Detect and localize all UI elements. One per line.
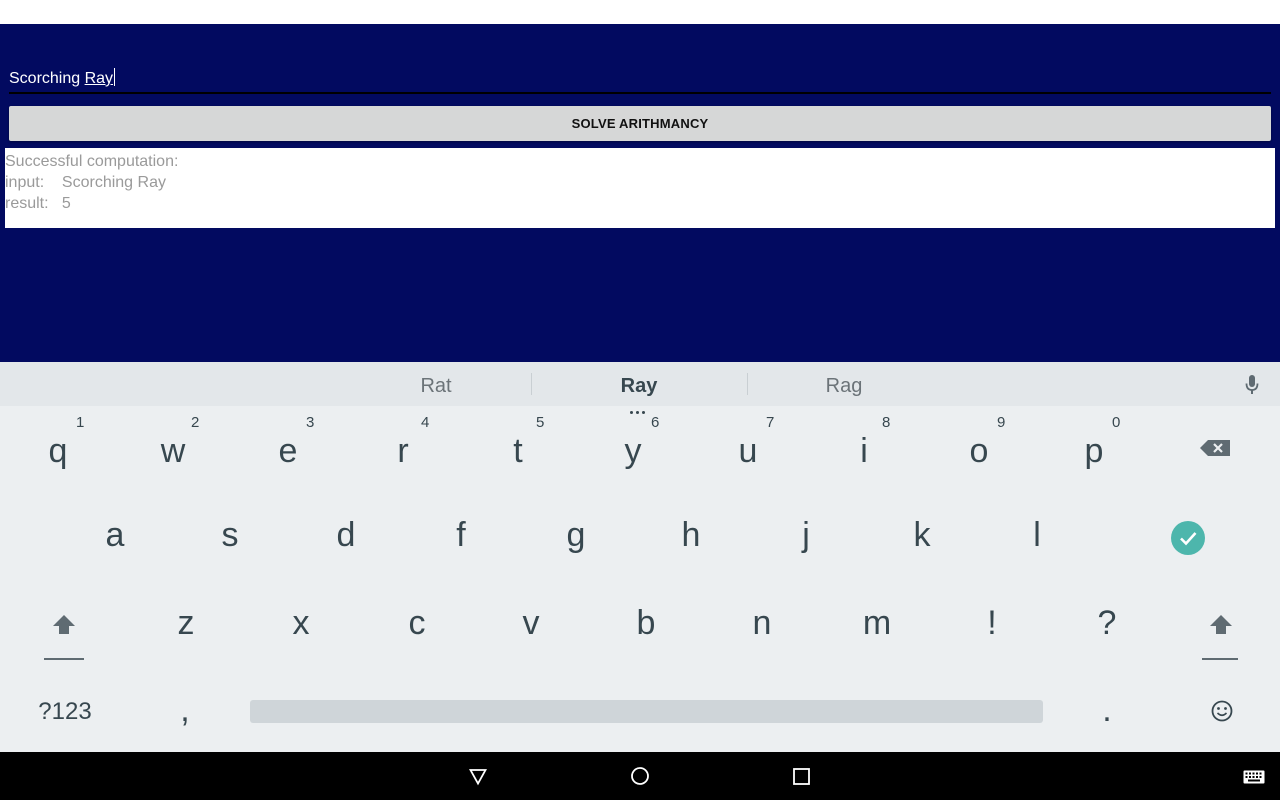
key-label: u [738, 432, 758, 470]
key-number-hint: 8 [882, 414, 891, 431]
key-label: x [292, 604, 310, 642]
more-suggestions-icon[interactable] [630, 399, 650, 414]
keyboard-switch-icon[interactable] [1243, 769, 1265, 784]
key-n[interactable]: n [722, 584, 802, 664]
key-label: z [177, 604, 195, 642]
key-label: r [397, 432, 409, 470]
home-icon[interactable] [630, 766, 650, 786]
key-g[interactable]: g [536, 496, 616, 576]
key-number-hint: 0 [1112, 414, 1121, 431]
recents-icon[interactable] [793, 768, 810, 785]
key-number-hint: 3 [306, 414, 315, 431]
key-b[interactable]: b [606, 584, 686, 664]
key-p[interactable]: p0 [1054, 406, 1134, 492]
key-question[interactable]: ? [1067, 584, 1147, 664]
key-k[interactable]: k [882, 496, 962, 576]
suggestion-right[interactable]: Rag [744, 362, 944, 406]
key-label: b [636, 604, 656, 642]
suggestion-left[interactable]: Rat [336, 362, 536, 406]
period-key[interactable]: . [1092, 690, 1122, 730]
microphone-icon[interactable] [1244, 374, 1260, 396]
key-label: s [221, 516, 239, 554]
key-l[interactable]: l [997, 496, 1077, 576]
app-content: Scorching Ray SOLVE ARITHMANCY Successfu… [0, 24, 1280, 362]
key-c[interactable]: c [377, 584, 457, 664]
input-composing-text: Ray [84, 70, 114, 87]
key-label: m [862, 604, 892, 642]
key-number-hint: 4 [421, 414, 430, 431]
key-v[interactable]: v [491, 584, 571, 664]
key-r[interactable]: r4 [363, 406, 443, 492]
key-number-hint: 5 [536, 414, 545, 431]
key-label: w [160, 432, 186, 470]
comma-key[interactable]: , [170, 690, 200, 730]
key-label: n [752, 604, 772, 642]
key-label: c [408, 604, 426, 642]
backspace-icon[interactable] [1196, 434, 1236, 462]
key-y[interactable]: y6 [593, 406, 673, 492]
spacebar[interactable] [250, 700, 1043, 723]
soft-keyboard: Rat Ray Rag q1w2e3r4t5y6u7i8o9p0 asdfghj… [0, 362, 1280, 752]
key-label: v [522, 604, 540, 642]
result-input-line: input: Scorching Ray [5, 174, 166, 191]
navigation-bar [0, 752, 1280, 800]
key-w[interactable]: w2 [133, 406, 213, 492]
key-o[interactable]: o9 [939, 406, 1019, 492]
key-a[interactable]: a [75, 496, 155, 576]
back-icon[interactable] [468, 768, 488, 786]
key-label: k [913, 516, 931, 554]
status-bar [0, 0, 1280, 24]
key-label: p [1084, 432, 1104, 470]
key-label: i [860, 432, 868, 470]
key-label: o [969, 432, 989, 470]
key-label: a [105, 516, 125, 554]
key-f[interactable]: f [421, 496, 501, 576]
key-label: q [48, 432, 68, 470]
result-panel: Successful computation: input: Scorching… [5, 148, 1275, 228]
key-m[interactable]: m [837, 584, 917, 664]
input-text: Scorching [9, 70, 85, 87]
key-label: g [566, 516, 586, 554]
suggestion-strip: Rat Ray Rag [0, 362, 1280, 414]
key-label: e [278, 432, 298, 470]
checkmark-icon[interactable] [1170, 520, 1206, 556]
key-label: h [681, 516, 701, 554]
result-value-line: result: 5 [5, 195, 71, 212]
key-number-hint: 7 [766, 414, 775, 431]
key-label: ! [987, 604, 997, 642]
key-j[interactable]: j [766, 496, 846, 576]
key-i[interactable]: i8 [824, 406, 904, 492]
key-t[interactable]: t5 [478, 406, 558, 492]
key-e[interactable]: e3 [248, 406, 328, 492]
key-s[interactable]: s [190, 496, 270, 576]
key-label: l [1033, 516, 1041, 554]
shift-icon[interactable] [44, 612, 86, 662]
key-number-hint: 6 [651, 414, 660, 431]
key-number-hint: 9 [997, 414, 1006, 431]
key-h[interactable]: h [651, 496, 731, 576]
key-label: f [456, 516, 466, 554]
key-exclamation[interactable]: ! [952, 584, 1032, 664]
key-label: y [624, 432, 642, 470]
key-label: j [802, 516, 810, 554]
key-number-hint: 2 [191, 414, 200, 431]
suggestion-divider [531, 373, 532, 395]
key-x[interactable]: x [261, 584, 341, 664]
spell-name-input[interactable]: Scorching Ray [9, 68, 1271, 94]
key-d[interactable]: d [306, 496, 386, 576]
symbols-key[interactable]: ?123 [20, 698, 110, 728]
text-caret [114, 68, 116, 86]
key-label: ? [1097, 604, 1117, 642]
shift-icon[interactable] [1200, 612, 1242, 662]
key-label: d [336, 516, 356, 554]
key-q[interactable]: q1 [18, 406, 98, 492]
solve-arithmancy-button[interactable]: SOLVE ARITHMANCY [9, 106, 1271, 141]
key-label: t [513, 432, 523, 470]
key-z[interactable]: z [146, 584, 226, 664]
key-u[interactable]: u7 [708, 406, 788, 492]
key-number-hint: 1 [76, 414, 85, 431]
result-status-line: Successful computation: [5, 153, 179, 170]
emoji-icon[interactable] [1210, 699, 1234, 723]
